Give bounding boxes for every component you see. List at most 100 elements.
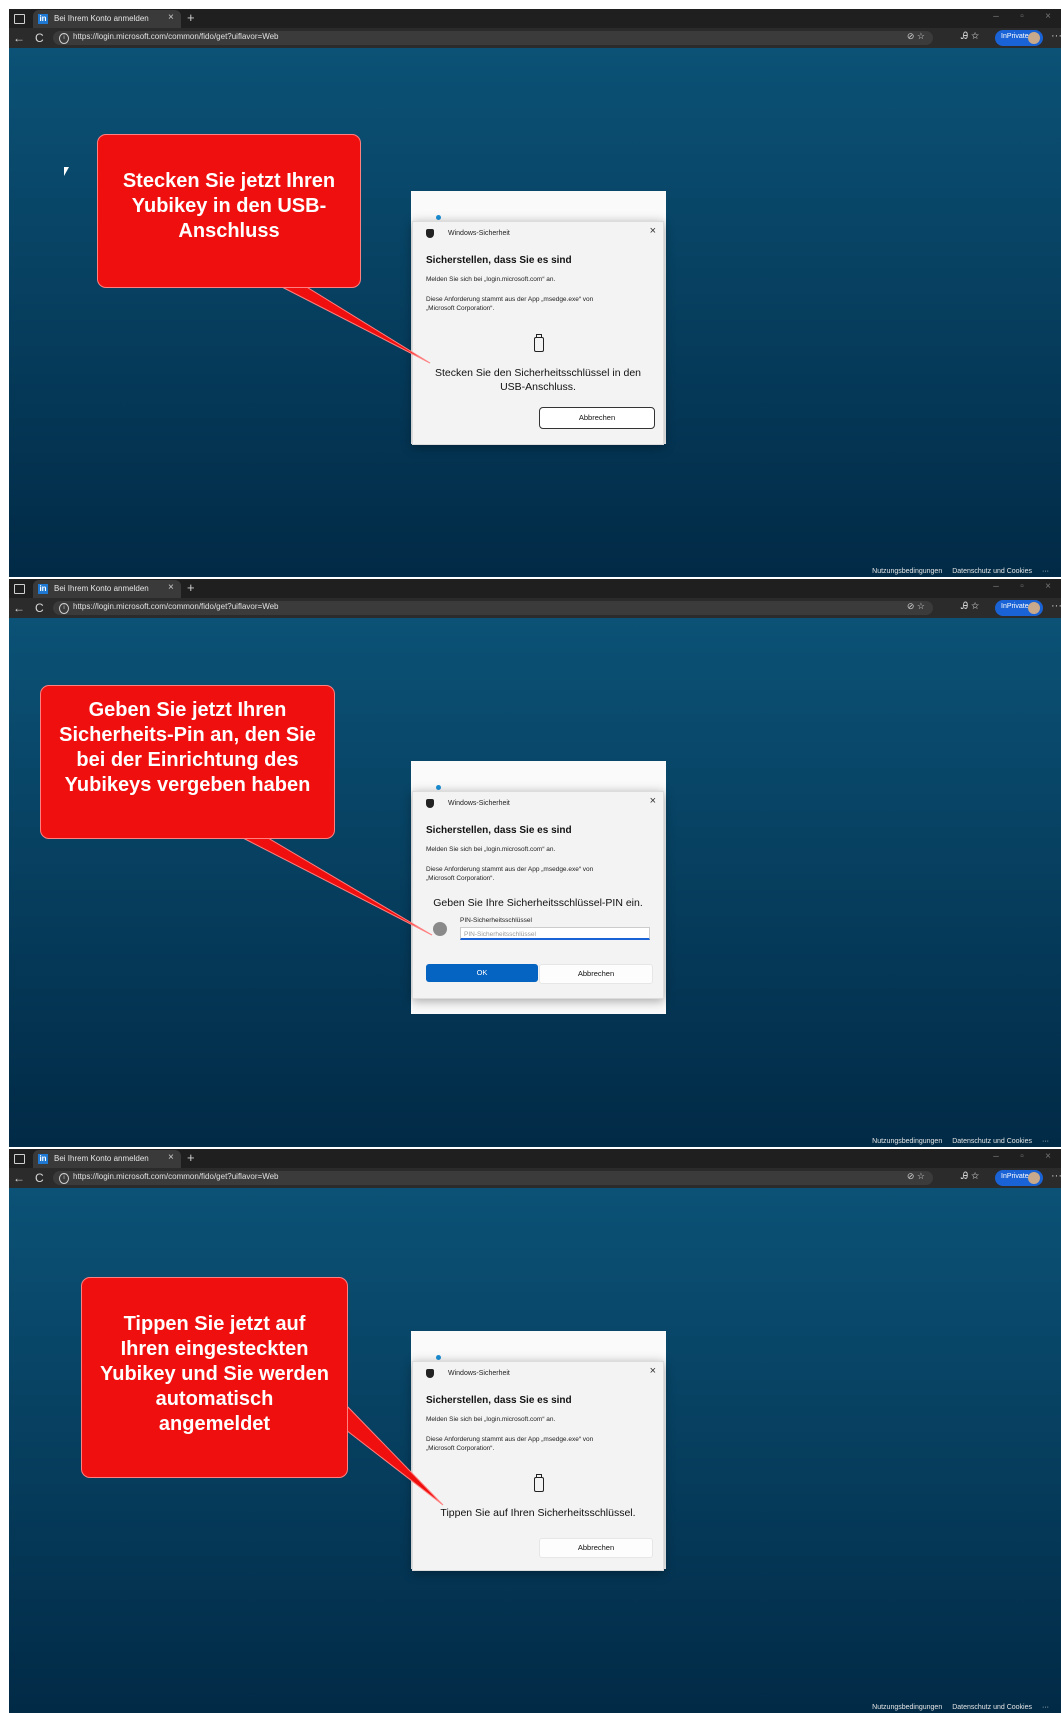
inprivate-label: InPrivate — [1001, 603, 1029, 610]
terms-link[interactable]: Nutzungsbedingungen — [872, 1704, 942, 1711]
toolbar-extension-icons[interactable]: Ꭿ ✩ — [961, 1171, 979, 1182]
page-footer: Nutzungsbedingungen Datenschutz und Cooki… — [862, 1138, 1049, 1145]
back-icon[interactable]: ← — [13, 1171, 25, 1185]
loading-dot — [436, 785, 441, 790]
request-text-line2: „Microsoft Corporation“. — [426, 1445, 495, 1452]
dialog-close-icon[interactable]: × — [650, 225, 656, 237]
signin-text: Melden Sie sich bei „login.microsoft.com… — [426, 846, 556, 853]
address-bar[interactable]: i https://login.microsoft.com/common/fid… — [53, 1171, 933, 1185]
instruction-text: Stecken Sie den Sicherheitsschlüssel in … — [434, 367, 642, 393]
shield-icon — [426, 229, 434, 238]
mouse-cursor-icon — [64, 167, 69, 176]
site-info-icon[interactable]: i — [59, 1173, 69, 1184]
tracking-and-favorite-icons[interactable]: ⊘ ☆ — [907, 1171, 925, 1182]
url-text[interactable]: https://login.microsoft.com/common/fido/… — [73, 602, 279, 611]
more-menu-icon[interactable]: ··· — [1051, 600, 1061, 612]
close-window-icon[interactable]: × — [1035, 581, 1061, 592]
inprivate-badge[interactable]: InPrivate — [995, 1170, 1043, 1186]
inprivate-badge[interactable]: InPrivate — [995, 30, 1043, 46]
inprivate-label: InPrivate — [1001, 1173, 1029, 1180]
restore-icon[interactable]: ▫ — [1009, 581, 1035, 592]
linkedin-favicon-icon: in — [38, 584, 48, 594]
cancel-button[interactable]: Abbrechen — [539, 964, 653, 984]
tracking-and-favorite-icons[interactable]: ⊘ ☆ — [907, 601, 925, 612]
browser-tab[interactable]: in Bei Ihrem Konto anmelden × — [33, 10, 181, 28]
cancel-button[interactable]: Abbrechen — [539, 1538, 653, 1558]
privacy-link[interactable]: Datenschutz und Cookies — [952, 1138, 1032, 1145]
close-window-icon[interactable]: × — [1035, 11, 1061, 22]
window-menu-icon[interactable] — [14, 1154, 25, 1164]
callout-step-2: Geben Sie jetzt Ihren Sicherheits-Pin an… — [40, 685, 335, 839]
new-tab-button[interactable]: + — [187, 580, 195, 595]
url-text[interactable]: https://login.microsoft.com/common/fido/… — [73, 32, 279, 41]
tab-close-icon[interactable]: × — [168, 582, 174, 593]
signin-text: Melden Sie sich bei „login.microsoft.com… — [426, 1416, 556, 1423]
tracking-and-favorite-icons[interactable]: ⊘ ☆ — [907, 31, 925, 42]
tab-close-icon[interactable]: × — [168, 1152, 174, 1163]
terms-link[interactable]: Nutzungsbedingungen — [872, 1138, 942, 1145]
loading-dot — [436, 1355, 441, 1360]
window-controls: – ▫ × — [983, 581, 1061, 592]
minimize-icon[interactable]: – — [983, 1151, 1009, 1162]
usb-key-icon — [534, 1474, 544, 1492]
restore-icon[interactable]: ▫ — [1009, 1151, 1035, 1162]
toolbar-extension-icons[interactable]: Ꭿ ✩ — [961, 601, 979, 612]
window-menu-icon[interactable] — [14, 584, 25, 594]
inprivate-badge[interactable]: InPrivate — [995, 600, 1043, 616]
page-content: Windows-Sicherheit × Sicherstellen, dass… — [9, 48, 1061, 577]
request-text-line1: Diese Anforderung stammt aus der App „ms… — [426, 296, 594, 303]
dialog-app-name: Windows-Sicherheit — [448, 1370, 510, 1377]
address-bar[interactable]: i https://login.microsoft.com/common/fid… — [53, 601, 933, 615]
minimize-icon[interactable]: – — [983, 581, 1009, 592]
url-text[interactable]: https://login.microsoft.com/common/fido/… — [73, 1172, 279, 1181]
dialog-app-name: Windows-Sicherheit — [448, 230, 510, 237]
cancel-button[interactable]: Abbrechen — [539, 407, 655, 429]
dialog-app-name: Windows-Sicherheit — [448, 800, 510, 807]
address-bar-row: ← C i https://login.microsoft.com/common… — [9, 598, 1061, 618]
terms-link[interactable]: Nutzungsbedingungen — [872, 568, 942, 575]
browser-window-step-2: in Bei Ihrem Konto anmelden × + – ▫ × ← C … — [9, 579, 1061, 1147]
reload-icon[interactable]: C — [35, 1171, 44, 1185]
footer-more-icon[interactable]: ··· — [1042, 568, 1049, 575]
more-menu-icon[interactable]: ··· — [1051, 30, 1061, 42]
pin-field-label: PIN-Sicherheitsschlüssel — [460, 917, 532, 924]
browser-tab[interactable]: in Bei Ihrem Konto anmelden × — [33, 580, 181, 598]
back-icon[interactable]: ← — [13, 31, 25, 45]
address-bar[interactable]: i https://login.microsoft.com/common/fid… — [53, 31, 933, 45]
tab-bar: in Bei Ihrem Konto anmelden × + – ▫ × — [9, 579, 1061, 598]
restore-icon[interactable]: ▫ — [1009, 11, 1035, 22]
window-controls: – ▫ × — [983, 11, 1061, 22]
footer-more-icon[interactable]: ··· — [1042, 1704, 1049, 1711]
toolbar-extension-icons[interactable]: Ꭿ ✩ — [961, 31, 979, 42]
pin-input[interactable]: PIN-Sicherheitsschlüssel — [460, 927, 650, 940]
site-info-icon[interactable]: i — [59, 33, 69, 44]
site-info-icon[interactable]: i — [59, 603, 69, 614]
browser-tab[interactable]: in Bei Ihrem Konto anmelden × — [33, 1150, 181, 1168]
new-tab-button[interactable]: + — [187, 1150, 195, 1165]
privacy-link[interactable]: Datenschutz und Cookies — [952, 1704, 1032, 1711]
avatar — [1028, 32, 1040, 44]
shield-icon — [426, 799, 434, 808]
request-text-line1: Diese Anforderung stammt aus der App „ms… — [426, 1436, 594, 1443]
reload-icon[interactable]: C — [35, 31, 44, 45]
privacy-link[interactable]: Datenschutz und Cookies — [952, 568, 1032, 575]
footer-more-icon[interactable]: ··· — [1042, 1138, 1049, 1145]
minimize-icon[interactable]: – — [983, 11, 1009, 22]
dialog-close-icon[interactable]: × — [650, 795, 656, 807]
inprivate-label: InPrivate — [1001, 33, 1029, 40]
request-text-line2: „Microsoft Corporation“. — [426, 875, 495, 882]
back-icon[interactable]: ← — [13, 601, 25, 615]
tab-close-icon[interactable]: × — [168, 12, 174, 23]
tab-title: Bei Ihrem Konto anmelden — [54, 584, 149, 593]
dialog-close-icon[interactable]: × — [650, 1365, 656, 1377]
ok-button[interactable]: OK — [426, 964, 538, 982]
close-window-icon[interactable]: × — [1035, 1151, 1061, 1162]
callout-step-1: Stecken Sie jetzt Ihren Yubikey in den U… — [97, 134, 361, 288]
page-footer: Nutzungsbedingungen Datenschutz und Cooki… — [862, 1704, 1049, 1711]
reload-icon[interactable]: C — [35, 601, 44, 615]
window-menu-icon[interactable] — [14, 14, 25, 24]
avatar — [1028, 1172, 1040, 1184]
avatar — [1028, 602, 1040, 614]
new-tab-button[interactable]: + — [187, 10, 195, 25]
more-menu-icon[interactable]: ··· — [1051, 1170, 1061, 1182]
